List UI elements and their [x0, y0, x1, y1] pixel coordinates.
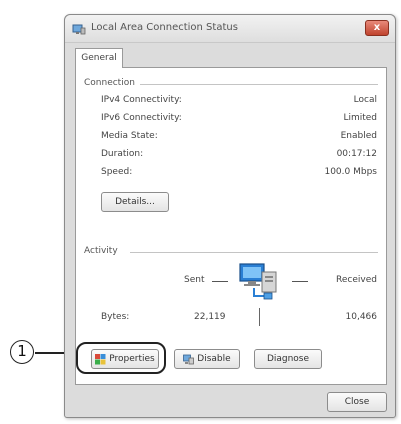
callout-number: 1 [10, 340, 34, 364]
media-state-label: Media State: [101, 131, 158, 141]
speed-label: Speed: [101, 167, 133, 177]
window-close-button[interactable]: x [365, 20, 389, 36]
diagnose-button[interactable]: Diagnose [254, 349, 322, 369]
sent-label: Sent [184, 275, 205, 285]
activity-divider [130, 252, 378, 253]
ipv6-label: IPv6 Connectivity: [101, 113, 182, 123]
activity-group-label: Activity [84, 246, 118, 256]
disable-button-label: Disable [197, 354, 231, 364]
title-bar[interactable]: Local Area Connection Status x [65, 15, 395, 43]
details-button[interactable]: Details... [101, 192, 169, 212]
connection-group-label: Connection [84, 78, 135, 88]
ipv4-value: Local [353, 95, 377, 105]
tab-general[interactable]: General [75, 48, 123, 68]
media-state-value: Enabled [340, 131, 377, 141]
properties-highlight-ring [76, 342, 166, 374]
disable-button[interactable]: Disable [174, 349, 240, 369]
ipv4-label: IPv4 Connectivity: [101, 95, 182, 105]
disable-network-icon [183, 354, 195, 364]
sent-line [212, 281, 228, 282]
general-panel: Connection IPv4 Connectivity: Local IPv6… [75, 67, 387, 385]
bytes-label: Bytes: [101, 312, 130, 322]
bytes-received-value: 10,466 [345, 312, 378, 322]
bytes-separator [259, 308, 260, 326]
network-computers-icon [239, 263, 277, 300]
close-button[interactable]: Close [327, 392, 387, 412]
bytes-sent-value: 22,119 [194, 312, 226, 322]
ipv6-value: Limited [343, 113, 377, 123]
duration-label: Duration: [101, 149, 144, 159]
window-title: Local Area Connection Status [91, 22, 238, 33]
network-adapter-icon [72, 24, 86, 35]
speed-value: 100.0 Mbps [324, 167, 377, 177]
duration-value: 00:17:12 [336, 149, 377, 159]
received-label: Received [336, 275, 377, 285]
received-line [292, 281, 308, 282]
connection-divider [140, 84, 378, 85]
